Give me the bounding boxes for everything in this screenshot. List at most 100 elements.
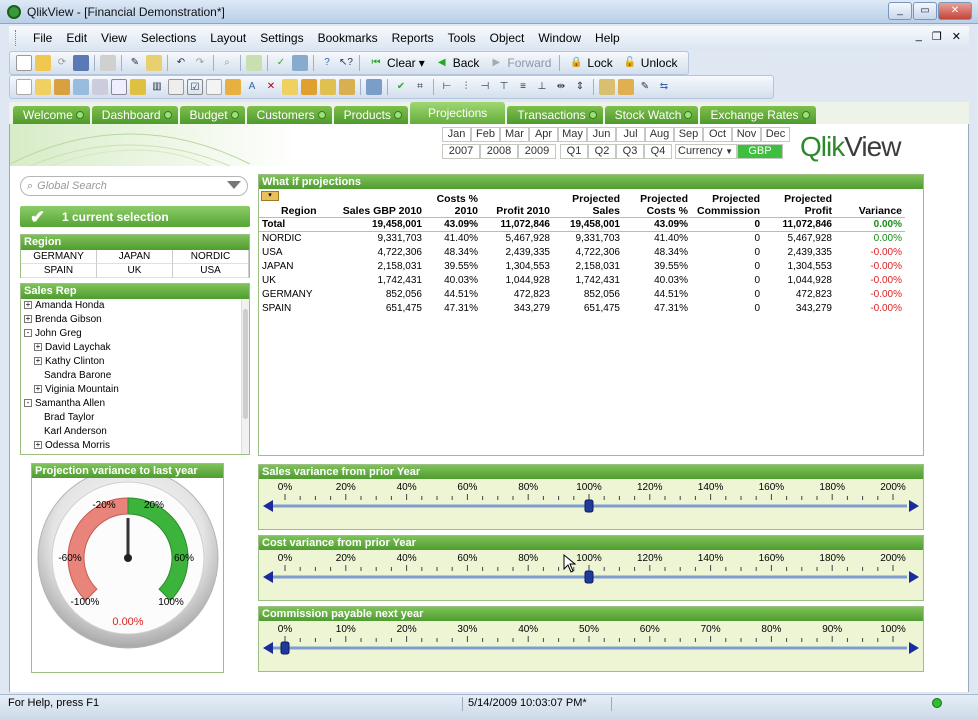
column-header[interactable]: Projected Sales bbox=[553, 189, 623, 217]
maximize-button[interactable]: ▭ bbox=[913, 2, 937, 20]
tab-budget[interactable]: Budget bbox=[179, 106, 245, 124]
edit-script-icon[interactable]: ✎ bbox=[127, 55, 143, 71]
lock-button[interactable]: 🔒 Lock bbox=[565, 55, 615, 71]
commission-track[interactable]: 0% 10% 20% 30% 40% 50% 60% 70% 80% 90% 100% bbox=[259, 621, 923, 671]
slider-left-arrow-icon[interactable] bbox=[263, 500, 273, 512]
slider-left-arrow-icon[interactable] bbox=[263, 571, 273, 583]
month-aug[interactable]: Aug bbox=[645, 127, 674, 142]
menu-object[interactable]: Object bbox=[483, 31, 532, 45]
sales-rep-item[interactable]: - John Greg bbox=[21, 327, 249, 341]
sales-rep-item[interactable]: + Viginia Mountain bbox=[21, 383, 249, 397]
close-button[interactable]: ✕ bbox=[938, 2, 972, 20]
align-top-icon[interactable]: ⊤ bbox=[496, 79, 512, 95]
align-right-icon[interactable]: ⊣ bbox=[477, 79, 493, 95]
sales-rep-item[interactable]: + Amanda Honda bbox=[21, 299, 249, 313]
quarter-q3[interactable]: Q3 bbox=[616, 144, 644, 159]
month-jan[interactable]: Jan bbox=[442, 127, 471, 142]
sales-rep-item[interactable]: + Odessa Morris bbox=[21, 439, 249, 453]
column-header[interactable]: Costs % 2010 bbox=[425, 189, 481, 217]
global-search-input[interactable]: ⌕ Global Search bbox=[20, 176, 248, 196]
tab-projections[interactable]: Projections bbox=[409, 102, 506, 124]
menu-file[interactable]: File bbox=[26, 31, 59, 45]
sales-rep-item[interactable]: Brad Taylor bbox=[21, 411, 249, 425]
help-icon[interactable]: ? bbox=[319, 55, 335, 71]
alert-icon[interactable] bbox=[599, 79, 615, 95]
sales-rep-item[interactable]: + Brenda Gibson bbox=[21, 313, 249, 327]
space-horizontal-icon[interactable]: ⇹ bbox=[553, 79, 569, 95]
expand-icon[interactable]: + bbox=[34, 385, 42, 394]
quarter-q4[interactable]: Q4 bbox=[644, 144, 672, 159]
month-jul[interactable]: Jul bbox=[616, 127, 645, 142]
month-may[interactable]: May bbox=[558, 127, 587, 142]
input-box-icon[interactable] bbox=[206, 79, 222, 95]
region-item-uk[interactable]: UK bbox=[97, 264, 173, 278]
doc-minimize-button[interactable]: _ bbox=[916, 30, 922, 43]
menu-bookmarks[interactable]: Bookmarks bbox=[311, 31, 385, 45]
expand-icon[interactable]: + bbox=[24, 315, 32, 324]
column-header[interactable]: Projected Costs % bbox=[623, 189, 691, 217]
tab-exchange-rates[interactable]: Exchange Rates bbox=[700, 106, 816, 124]
expand-icon[interactable]: + bbox=[34, 441, 42, 450]
context-help-icon[interactable]: ↖? bbox=[338, 55, 354, 71]
new-icon[interactable] bbox=[16, 55, 32, 71]
forward-button[interactable]: ▶ Forward bbox=[485, 55, 554, 71]
tab-stock-watch[interactable]: Stock Watch bbox=[604, 106, 699, 124]
align-left-icon[interactable]: ⊢ bbox=[439, 79, 455, 95]
slider-thumb[interactable] bbox=[584, 499, 594, 513]
currency-field[interactable]: Currency ▼ bbox=[675, 144, 737, 159]
bar-chart-icon[interactable]: ▥ bbox=[149, 79, 165, 95]
align-middle-icon[interactable]: ≡ bbox=[515, 79, 531, 95]
clear-button[interactable]: ⏮ Clear ▾ bbox=[365, 55, 428, 71]
column-header[interactable]: Projected Profit bbox=[763, 189, 835, 217]
slider-left-arrow-icon[interactable] bbox=[263, 642, 273, 654]
new-sheet-icon[interactable] bbox=[16, 79, 32, 95]
pivot-icon[interactable] bbox=[130, 79, 146, 95]
region-item-usa[interactable]: USA bbox=[173, 264, 249, 278]
tab-transactions[interactable]: Transactions bbox=[507, 106, 603, 124]
current-selection-button[interactable]: ✔ 1 current selection bbox=[20, 206, 250, 227]
year-2007[interactable]: 2007 bbox=[442, 144, 480, 159]
quarter-q1[interactable]: Q1 bbox=[560, 144, 588, 159]
doc-close-button[interactable]: ✕ bbox=[952, 30, 961, 43]
table-box-icon[interactable] bbox=[246, 55, 262, 71]
column-header[interactable]: Variance bbox=[835, 189, 905, 217]
menu-tools[interactable]: Tools bbox=[441, 31, 483, 45]
menu-window[interactable]: Window bbox=[531, 31, 588, 45]
tab-products[interactable]: Products bbox=[333, 106, 408, 124]
minimize-button[interactable]: _ bbox=[888, 2, 912, 20]
region-item-japan[interactable]: JAPAN bbox=[97, 250, 173, 264]
format-painter-icon[interactable]: ✔ bbox=[393, 79, 409, 95]
column-header[interactable]: Profit 2010 bbox=[481, 189, 553, 217]
currency-dropdown-icon[interactable]: ▼ bbox=[725, 145, 733, 158]
undo-icon[interactable]: ↶ bbox=[173, 55, 189, 71]
slider-object-icon[interactable] bbox=[301, 79, 317, 95]
expand-icon[interactable]: + bbox=[24, 301, 32, 310]
column-header[interactable]: Region bbox=[259, 189, 339, 217]
slider-right-arrow-icon[interactable] bbox=[909, 500, 919, 512]
month-oct[interactable]: Oct bbox=[703, 127, 732, 142]
menu-edit[interactable]: Edit bbox=[59, 31, 94, 45]
refresh-icon[interactable]: ⟳ bbox=[54, 55, 70, 71]
slider-thumb[interactable] bbox=[280, 641, 290, 655]
year-2009[interactable]: 2009 bbox=[518, 144, 556, 159]
column-header[interactable]: Projected Commission bbox=[691, 189, 763, 217]
expressions-icon[interactable]: ⇆ bbox=[656, 79, 672, 95]
slider-right-arrow-icon[interactable] bbox=[909, 642, 919, 654]
line-arrow-icon[interactable]: ✕ bbox=[263, 79, 279, 95]
button-object-icon[interactable] bbox=[282, 79, 298, 95]
sales-variance-track[interactable]: 0% 20% 40% 60% 80% 100% 120% 140% 160% 180% 200% bbox=[259, 479, 923, 529]
menu-view[interactable]: View bbox=[94, 31, 134, 45]
table-icon[interactable] bbox=[111, 79, 127, 95]
tab-dashboard[interactable]: Dashboard bbox=[91, 106, 178, 124]
sales-rep-item[interactable]: Karl Anderson bbox=[21, 425, 249, 439]
list-box-icon[interactable] bbox=[168, 79, 184, 95]
space-vertical-icon[interactable]: ⇕ bbox=[572, 79, 588, 95]
month-feb[interactable]: Feb bbox=[471, 127, 500, 142]
search-object-icon[interactable] bbox=[339, 79, 355, 95]
month-mar[interactable]: Mar bbox=[500, 127, 529, 142]
checkbox-icon[interactable]: ☑ bbox=[187, 79, 203, 95]
text-object-icon[interactable]: A bbox=[244, 79, 260, 95]
month-nov[interactable]: Nov bbox=[732, 127, 761, 142]
doc-restore-button[interactable]: ❐ bbox=[932, 30, 942, 43]
unlock-button[interactable]: 🔓 Unlock bbox=[619, 55, 681, 71]
